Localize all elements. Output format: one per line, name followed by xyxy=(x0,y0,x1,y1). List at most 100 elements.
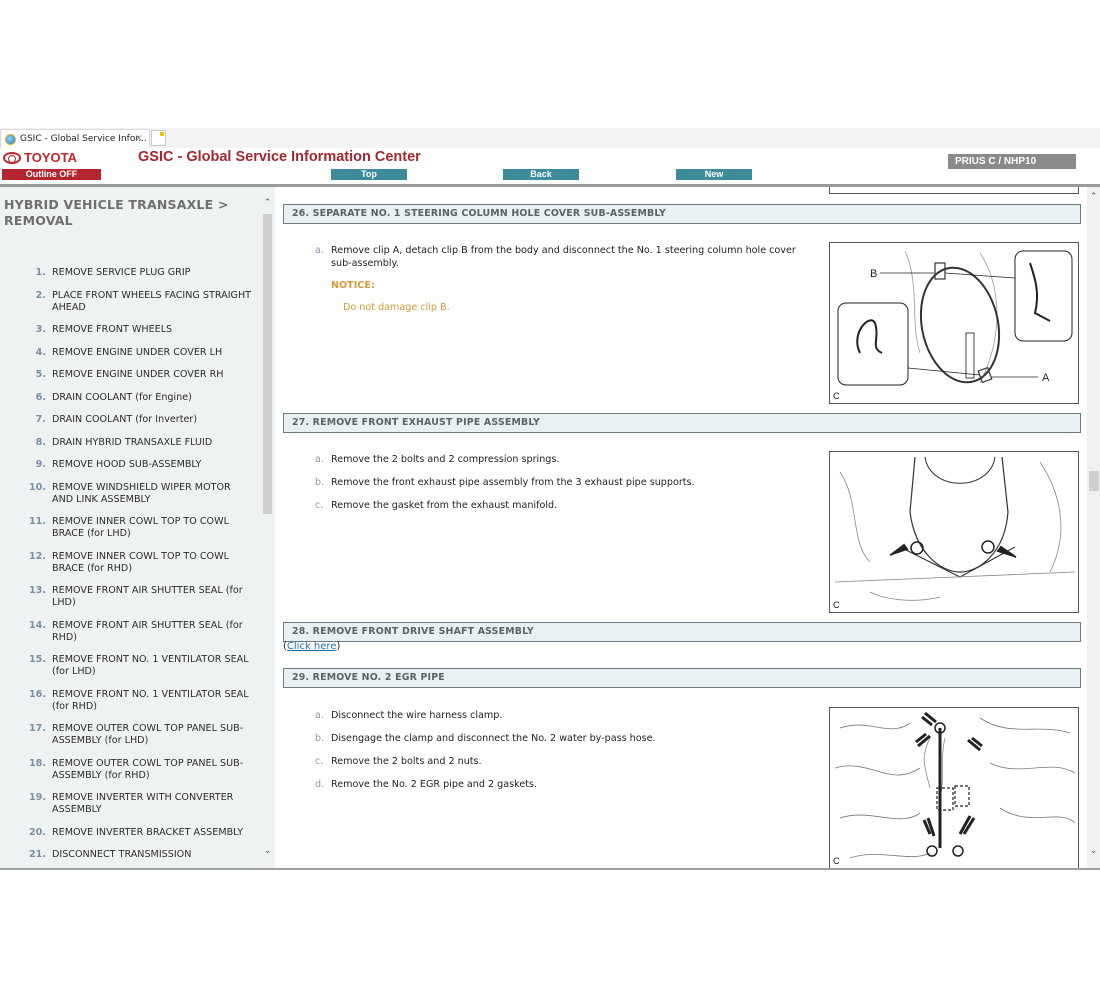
browser-tab[interactable]: GSIC - Global Service Infor... × xyxy=(0,129,150,148)
sidebar-item-number: 16. xyxy=(29,688,46,700)
sidebar-item[interactable]: 21. DISCONNECT TRANSMISSION xyxy=(0,849,262,861)
section-heading-28: 28. REMOVE FRONT DRIVE SHAFT ASSEMBLY xyxy=(283,622,1081,642)
sidebar-item[interactable]: 6. DRAIN COOLANT (for Engine) xyxy=(0,392,262,404)
sidebar-item-label: REMOVE ENGINE UNDER COVER LH xyxy=(52,346,223,358)
egr-pipe-illustration xyxy=(834,711,1076,859)
step-letter: a. xyxy=(315,245,324,256)
step-27a: a. Remove the 2 bolts and 2 compression … xyxy=(315,454,801,467)
sidebar-item[interactable]: 18. REMOVE OUTER COWL TOP PANEL SUB-ASSEM… xyxy=(0,758,262,782)
sidebar-item[interactable]: 9. REMOVE HOOD SUB-ASSEMBLY xyxy=(0,459,262,471)
sidebar-item[interactable]: 4. REMOVE ENGINE UNDER COVER LH xyxy=(0,347,262,359)
paren-close: ) xyxy=(336,641,341,652)
scroll-down-icon[interactable]: ⌄ xyxy=(263,847,272,856)
sidebar-item[interactable]: 3. REMOVE FRONT WHEELS xyxy=(0,324,262,336)
sidebar-item[interactable]: 13. REMOVE FRONT AIR SHUTTER SEAL (for LH… xyxy=(0,585,262,609)
sidebar-scroll-thumb[interactable] xyxy=(263,214,272,514)
notice-text: Do not damage clip B. xyxy=(343,302,450,313)
step-letter: b. xyxy=(315,733,325,744)
vehicle-model-badge: PRIUS C / NHP10 xyxy=(948,154,1076,169)
sidebar-item-number: 18. xyxy=(29,757,46,769)
sidebar-item-number: 17. xyxy=(29,723,46,734)
sidebar-item-label: DRAIN COOLANT (for Engine) xyxy=(52,391,192,403)
step-text: Disconnect the wire harness clamp. xyxy=(331,710,503,721)
sidebar-item-number: 6. xyxy=(35,391,46,403)
sidebar-item-number: 5. xyxy=(35,369,46,380)
step-27c: c. Remove the gasket from the exhaust ma… xyxy=(315,500,801,513)
step-27b: b. Remove the front exhaust pipe assembl… xyxy=(315,477,801,490)
sidebar-item-label: REMOVE FRONT AIR SHUTTER SEAL (for RHD) xyxy=(52,619,243,643)
sidebar-item-number: 13. xyxy=(29,585,46,596)
toyota-logo: TOYOTA xyxy=(3,150,77,165)
figure-label: C xyxy=(833,856,840,866)
sidebar-item-number: 9. xyxy=(35,459,46,470)
main-scroll-thumb[interactable] xyxy=(1089,471,1099,491)
section-heading-29: 29. REMOVE NO. 2 EGR PIPE xyxy=(283,668,1081,688)
sidebar-item[interactable]: 11. REMOVE INNER COWL TOP TO COWL BRACE (… xyxy=(0,516,262,540)
procedure-list: 1. REMOVE SERVICE PLUG GRIP 2. PLACE FRONT … xyxy=(0,267,262,868)
sidebar-item[interactable]: 12. REMOVE INNER COWL TOP TO COWL BRACE (… xyxy=(0,551,262,575)
step-text: Remove the 2 bolts and 2 nuts. xyxy=(331,756,482,767)
sidebar-item-label: DISCONNECT TRANSMISSION xyxy=(52,849,192,860)
sidebar-item[interactable]: 16. REMOVE FRONT NO. 1 VENTILATOR SEAL (f… xyxy=(0,689,262,713)
brand-name: TOYOTA xyxy=(24,150,77,165)
step-text: Disengage the clamp and disconnect the N… xyxy=(331,733,656,744)
click-here-link[interactable]: Click here xyxy=(287,641,337,652)
figure-steering-column-cover: B A C xyxy=(829,242,1079,404)
sidebar-item-number: 7. xyxy=(35,414,46,425)
previous-figure-edge xyxy=(829,187,1079,194)
step-29c: c. Remove the 2 bolts and 2 nuts. xyxy=(315,756,801,769)
step-29a: a. Disconnect the wire harness clamp. xyxy=(315,710,801,723)
callout-a: A xyxy=(1042,372,1050,384)
sidebar-item[interactable]: 5. REMOVE ENGINE UNDER COVER RH xyxy=(0,369,262,381)
sidebar-item[interactable]: 1. REMOVE SERVICE PLUG GRIP xyxy=(0,267,262,279)
sidebar-item-number: 20. xyxy=(29,826,46,838)
sidebar-item-number: 11. xyxy=(29,516,46,527)
sidebar-item-label: REMOVE OUTER COWL TOP PANEL SUB-ASSEMBLY… xyxy=(52,757,244,781)
sidebar-item[interactable]: 10. REMOVE WINDSHIELD WIPER MOTOR AND LIN… xyxy=(0,482,262,506)
sidebar-item-number: 21. xyxy=(29,849,46,860)
sidebar-item[interactable]: 8. DRAIN HYBRID TRANSAXLE FLUID xyxy=(0,437,262,449)
sidebar-item-number: 1. xyxy=(35,267,46,278)
figure-exhaust-pipe: C xyxy=(829,451,1079,613)
sidebar-item-label: REMOVE FRONT NO. 1 VENTILATOR SEAL (for … xyxy=(52,688,249,712)
sidebar-item-label: PLACE FRONT WHEELS FACING STRAIGHT AHEAD xyxy=(52,289,252,313)
step-29b: b. Disengage the clamp and disconnect th… xyxy=(315,733,801,746)
sidebar-item-number: 12. xyxy=(29,550,46,562)
step-text: Remove clip A, detach clip B from the bo… xyxy=(331,245,796,269)
sidebar-item[interactable]: 20. REMOVE INVERTER BRACKET ASSEMBLY xyxy=(0,827,262,839)
outline-toggle-button[interactable]: Outline OFF xyxy=(2,169,101,180)
close-tab-icon[interactable]: × xyxy=(135,133,143,144)
sidebar-item[interactable]: 14. REMOVE FRONT AIR SHUTTER SEAL (for RH… xyxy=(0,620,262,644)
sidebar-item[interactable]: 19. REMOVE INVERTER WITH CONVERTER ASSEMB… xyxy=(0,792,262,816)
top-button[interactable]: Top xyxy=(331,169,407,180)
step-letter: a. xyxy=(315,710,324,721)
sidebar-item-number: 4. xyxy=(35,346,46,358)
browser-tab-strip: GSIC - Global Service Infor... × xyxy=(0,128,1100,148)
sidebar-item[interactable]: 17. REMOVE OUTER COWL TOP PANEL SUB-ASSEM… xyxy=(0,723,262,747)
sidebar-item-label: REMOVE FRONT AIR SHUTTER SEAL (for LHD) xyxy=(52,585,243,608)
sidebar-item[interactable]: 15. REMOVE FRONT NO. 1 VENTILATOR SEAL (f… xyxy=(0,654,262,678)
main-scroll-up-icon[interactable]: ⌃ xyxy=(1089,193,1098,202)
drive-shaft-link-line: (Click here) xyxy=(283,641,340,652)
new-tab-button[interactable] xyxy=(151,130,166,146)
sidebar-item-label: REMOVE ENGINE UNDER COVER RH xyxy=(52,369,224,380)
step-26a: a. Remove clip A, detach clip B from the… xyxy=(315,245,801,270)
main-scrollbar[interactable]: ⌃ ⌄ xyxy=(1087,187,1100,868)
sidebar-item-number: 14. xyxy=(29,619,46,631)
step-letter: c. xyxy=(315,500,324,511)
sidebar-item-label: DRAIN COOLANT (for Inverter) xyxy=(52,414,198,425)
toyota-emblem-icon xyxy=(3,151,21,164)
step-29d: d. Remove the No. 2 EGR pipe and 2 gaske… xyxy=(315,779,801,792)
sidebar-item-number: 19. xyxy=(29,792,46,803)
sidebar-scrollbar[interactable]: ⌃ ⌄ xyxy=(260,187,275,868)
sidebar-item-label: REMOVE INNER COWL TOP TO COWL BRACE (for… xyxy=(52,516,229,539)
sidebar-item-label: DRAIN HYBRID TRANSAXLE FLUID xyxy=(52,436,213,448)
back-button[interactable]: Back xyxy=(503,169,579,180)
new-button[interactable]: New xyxy=(676,169,752,180)
sidebar-item[interactable]: 7. DRAIN COOLANT (for Inverter) xyxy=(0,414,262,426)
sidebar-item[interactable]: 2. PLACE FRONT WHEELS FACING STRAIGHT AHE… xyxy=(0,290,262,314)
sidebar-item-label: REMOVE INNER COWL TOP TO COWL BRACE (for… xyxy=(52,550,229,574)
scroll-up-icon[interactable]: ⌃ xyxy=(263,199,272,208)
main-scroll-down-icon[interactable]: ⌄ xyxy=(1089,847,1098,856)
sidebar-item-number: 10. xyxy=(29,481,46,493)
